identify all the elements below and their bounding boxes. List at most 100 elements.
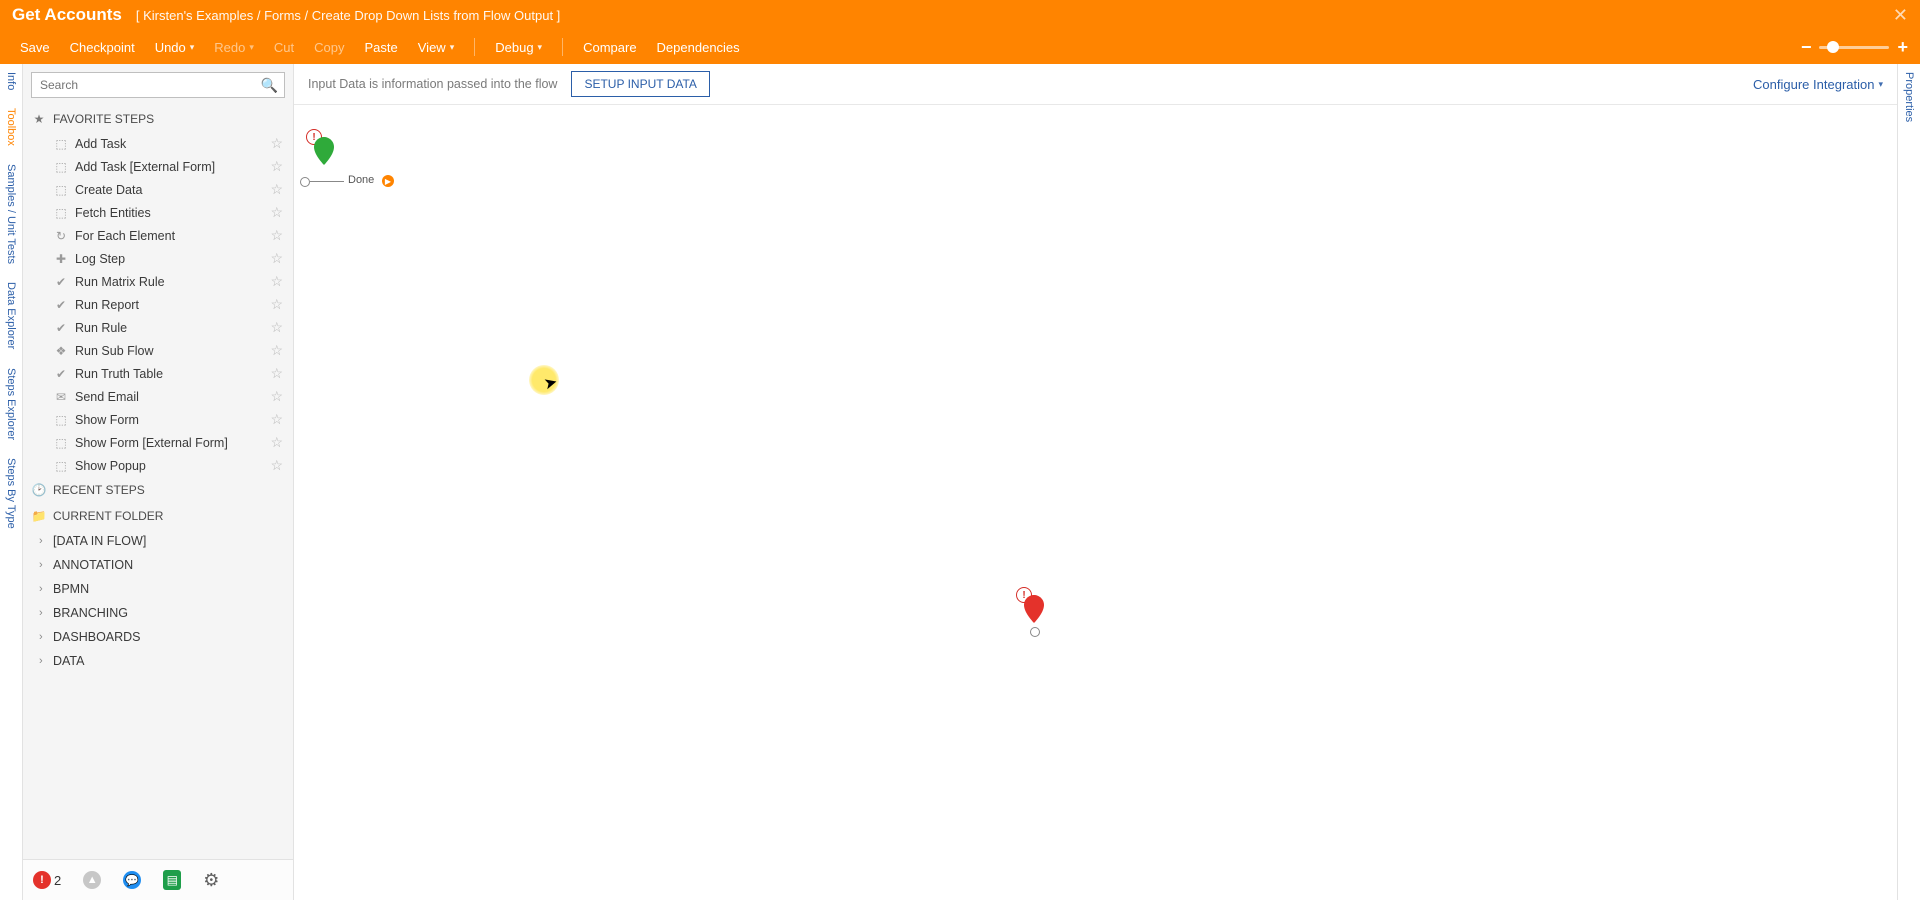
rail-steps-by-type[interactable]: Steps By Type <box>5 456 17 531</box>
flow-canvas[interactable]: ! Done ▶ ! <box>294 105 1897 900</box>
toolbox-step[interactable]: ⬚Add Task [External Form]☆ <box>23 155 291 178</box>
toolbox-step[interactable]: ✚Log Step☆ <box>23 247 291 270</box>
toolbox-step[interactable]: ⬚Fetch Entities☆ <box>23 201 291 224</box>
rail-samples[interactable]: Samples / Unit Tests <box>5 162 17 266</box>
favorite-star-icon[interactable]: ☆ <box>270 181 283 198</box>
done-path-arrow-icon[interactable]: ▶ <box>382 175 394 187</box>
toolbox-step[interactable]: ✔Run Rule☆ <box>23 316 291 339</box>
favorites-header[interactable]: ★ FAVORITE STEPS <box>23 106 291 132</box>
favorite-star-icon[interactable]: ☆ <box>270 411 283 428</box>
toolbox-folder[interactable]: ›[DATA IN FLOW] <box>23 529 291 553</box>
clock-icon: 🕑 <box>31 483 47 497</box>
menu-undo[interactable]: Undo▾ <box>147 36 203 59</box>
error-badge[interactable]: ! 2 <box>33 871 61 889</box>
breadcrumb: [ Kirsten's Examples / Forms / Create Dr… <box>136 8 560 23</box>
toolbox-folder[interactable]: ›BPMN <box>23 577 291 601</box>
toolbox-step[interactable]: ⬚Show Popup☆ <box>23 454 291 477</box>
search-input-wrap: 🔍 <box>31 72 285 98</box>
toolbox-folder[interactable]: ›BRANCHING <box>23 601 291 625</box>
setup-input-data-button[interactable]: SETUP INPUT DATA <box>571 71 709 97</box>
step-type-icon: ⬚ <box>53 182 69 198</box>
favorite-star-icon[interactable]: ☆ <box>270 204 283 221</box>
step-port[interactable] <box>300 177 310 187</box>
step-label: Show Form <box>75 413 270 427</box>
favorite-star-icon[interactable]: ☆ <box>270 250 283 267</box>
toolbox-step[interactable]: ✉Send Email☆ <box>23 385 291 408</box>
favorite-star-icon[interactable]: ☆ <box>270 365 283 382</box>
toolbox-step[interactable]: ⬚Show Form☆ <box>23 408 291 431</box>
menu-view[interactable]: View ▾ <box>410 36 462 59</box>
menu-view-label: View <box>418 40 446 55</box>
rail-properties[interactable]: Properties <box>1903 70 1915 124</box>
zoom-slider-thumb[interactable] <box>1827 41 1839 53</box>
toolbox-folder[interactable]: ›ANNOTATION <box>23 553 291 577</box>
favorite-star-icon[interactable]: ☆ <box>270 434 283 451</box>
warning-icon[interactable]: ▲ <box>83 871 101 889</box>
toolbox-step[interactable]: ❖Run Sub Flow☆ <box>23 339 291 362</box>
zoom-in-button[interactable]: + <box>1897 37 1908 58</box>
favorite-star-icon[interactable]: ☆ <box>270 457 283 474</box>
menu-checkpoint[interactable]: Checkpoint <box>62 36 143 59</box>
current-folder-header[interactable]: 📁 CURRENT FOLDER <box>23 503 291 529</box>
recent-header[interactable]: 🕑 RECENT STEPS <box>23 477 291 503</box>
toolbox-folder[interactable]: ›DATA <box>23 649 291 673</box>
toolbox-step[interactable]: ⬚Add Task☆ <box>23 132 291 155</box>
toolbox-step[interactable]: ✔Run Matrix Rule☆ <box>23 270 291 293</box>
search-input[interactable] <box>38 77 261 93</box>
chevron-down-icon: ▾ <box>190 42 195 53</box>
chevron-down-icon: ▾ <box>450 42 455 53</box>
favorite-star-icon[interactable]: ☆ <box>270 388 283 405</box>
favorite-star-icon[interactable]: ☆ <box>270 342 283 359</box>
input-data-hint: Input Data is information passed into th… <box>308 77 557 91</box>
chevron-right-icon: › <box>39 607 53 619</box>
step-type-icon: ✔ <box>53 366 69 382</box>
step-port[interactable] <box>1030 627 1040 637</box>
done-path-label: Done <box>348 174 374 186</box>
zoom-out-button[interactable]: − <box>1801 37 1812 58</box>
close-icon[interactable]: ✕ <box>1893 5 1908 26</box>
comments-icon[interactable]: 💬 <box>123 871 141 889</box>
rail-toolbox[interactable]: Toolbox <box>5 106 17 148</box>
favorite-star-icon[interactable]: ☆ <box>270 273 283 290</box>
toolbox-step[interactable]: ↻For Each Element☆ <box>23 224 291 247</box>
step-type-icon: ✚ <box>53 251 69 267</box>
end-step[interactable]: ! <box>1024 595 1044 621</box>
favorite-star-icon[interactable]: ☆ <box>270 135 283 152</box>
step-label: Send Email <box>75 390 270 404</box>
menu-compare[interactable]: Compare <box>575 36 644 59</box>
favorite-star-icon[interactable]: ☆ <box>270 227 283 244</box>
current-folder-label: CURRENT FOLDER <box>53 509 163 523</box>
canvas-toolbar: Input Data is information passed into th… <box>294 64 1897 105</box>
toolbox-step[interactable]: ⬚Create Data☆ <box>23 178 291 201</box>
toolbox-step[interactable]: ✔Run Truth Table☆ <box>23 362 291 385</box>
left-rail: Info Toolbox Samples / Unit Tests Data E… <box>0 64 23 900</box>
menu-paste[interactable]: Paste <box>357 36 406 59</box>
step-type-icon: ✔ <box>53 320 69 336</box>
menu-cut[interactable]: Cut <box>266 36 302 59</box>
chevron-down-icon: ▾ <box>249 42 254 53</box>
toolbox-step[interactable]: ✔Run Report☆ <box>23 293 291 316</box>
rail-info[interactable]: Info <box>5 70 17 92</box>
menu-save[interactable]: Save <box>12 36 58 59</box>
star-icon: ★ <box>31 112 47 126</box>
toolbox-step[interactable]: ⬚Show Form [External Form]☆ <box>23 431 291 454</box>
menu-debug[interactable]: Debug▾ <box>487 36 550 59</box>
favorite-star-icon[interactable]: ☆ <box>270 296 283 313</box>
notes-icon[interactable]: ▤ <box>163 870 181 890</box>
rail-steps-explorer[interactable]: Steps Explorer <box>5 366 17 442</box>
step-label: Run Matrix Rule <box>75 275 270 289</box>
search-icon[interactable]: 🔍 <box>261 77 278 94</box>
main-menu: Save Checkpoint Undo▾ Redo▾ Cut Copy Pas… <box>0 30 1920 64</box>
menu-redo[interactable]: Redo▾ <box>206 36 262 59</box>
chevron-right-icon: › <box>39 655 53 667</box>
menu-dependencies[interactable]: Dependencies <box>649 36 748 59</box>
rail-data-explorer[interactable]: Data Explorer <box>5 280 17 351</box>
toolbox-folder[interactable]: ›DASHBOARDS <box>23 625 291 649</box>
favorite-star-icon[interactable]: ☆ <box>270 158 283 175</box>
favorite-star-icon[interactable]: ☆ <box>270 319 283 336</box>
start-step[interactable]: ! Done ▶ <box>314 137 334 163</box>
menu-copy[interactable]: Copy <box>306 36 352 59</box>
gear-icon[interactable]: ⚙ <box>203 870 219 891</box>
configure-integration[interactable]: Configure Integration ▾ <box>1753 77 1883 92</box>
zoom-slider[interactable] <box>1819 46 1889 49</box>
